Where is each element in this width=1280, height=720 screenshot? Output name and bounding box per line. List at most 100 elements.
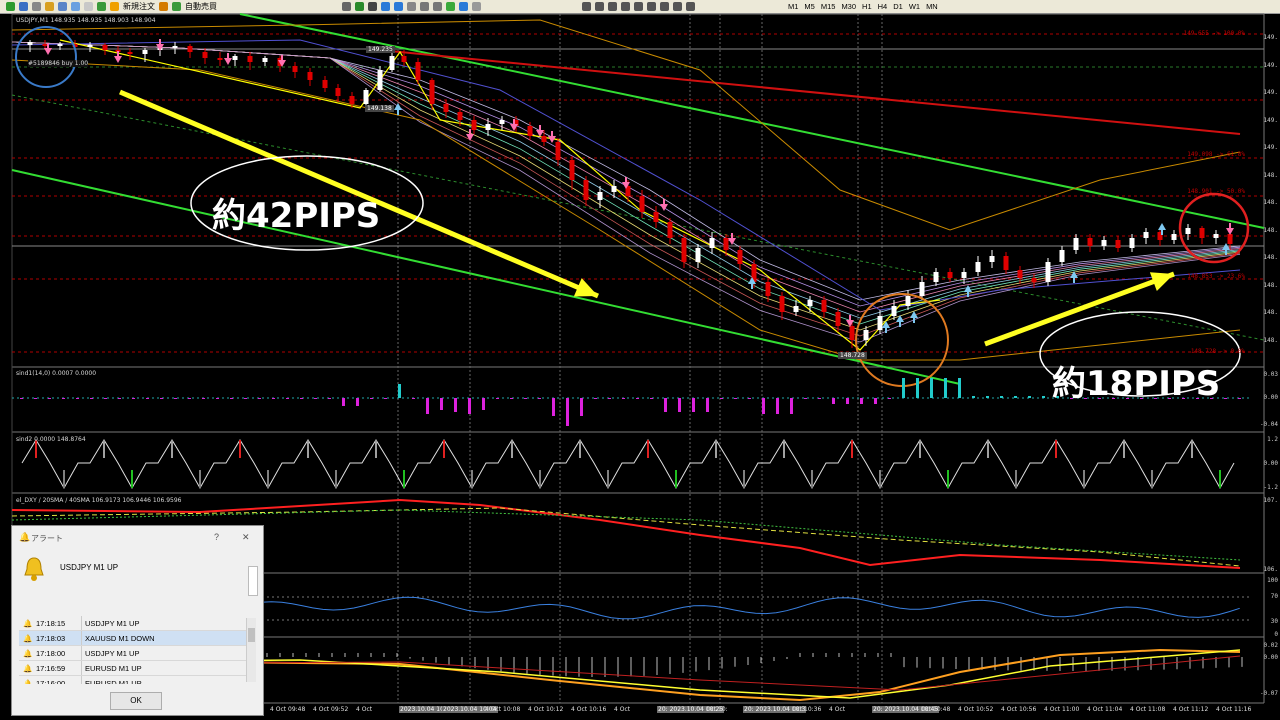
candle-body — [905, 296, 911, 306]
sind1-bar — [1028, 396, 1031, 398]
alert-title: アラート — [31, 534, 63, 543]
candle-body — [1045, 262, 1051, 282]
trade-label: #5189846 buy 1.00 — [28, 60, 89, 67]
sind1-bar — [132, 398, 135, 399]
sind1-bar — [762, 398, 765, 414]
buy-arrow-icon — [1158, 223, 1166, 230]
highlight-circle-blue — [15, 26, 77, 88]
sind1-bar — [916, 378, 919, 398]
sind1-bar — [566, 398, 569, 426]
alert-row[interactable]: 🔔 17:18:03 XAUUSD M1 DOWN — [19, 631, 255, 646]
candle-body — [989, 256, 995, 262]
time-axis-label: 4 Oct 11:04 — [1087, 706, 1123, 713]
alert-row[interactable]: 🔔 17:16:59 EURUSD M1 UP — [19, 661, 255, 676]
alert-row[interactable]: 🔔 17:16:00 EURUSD M1 UP — [19, 676, 255, 684]
sind1-bar — [1000, 396, 1003, 398]
sell-arrow-icon — [1226, 228, 1234, 235]
candle-body — [555, 142, 561, 160]
alert-row[interactable]: 🔔 17:18:00 USDJPY M1 UP — [19, 646, 255, 661]
sind1-bar — [454, 398, 457, 412]
sind1-bar — [622, 398, 625, 399]
price-scale-label: 148. — [1263, 281, 1278, 289]
price-scale-label: 149. — [1263, 144, 1278, 151]
candle-body — [187, 46, 193, 52]
candle-body — [877, 316, 883, 330]
alert-row-time: 17:18:03 — [36, 634, 66, 643]
sind1-bar — [804, 398, 807, 399]
price-scale-label: 148. — [1263, 199, 1278, 206]
sind1-bar — [720, 398, 723, 399]
candle-body — [457, 112, 463, 120]
alert-message-scrollbar[interactable] — [248, 566, 258, 596]
sind1-bar — [1014, 396, 1017, 398]
candle-body — [1031, 278, 1037, 282]
ma-ribbon-line — [11, 41, 1241, 307]
sind1-bar — [398, 384, 401, 398]
price-tag-mid: 149.138 — [365, 105, 394, 112]
candle-body — [292, 66, 298, 72]
candle-body — [709, 238, 715, 248]
sind1-bar — [412, 398, 415, 399]
candle-body — [471, 120, 477, 130]
sind1-bar — [706, 398, 709, 412]
sind1-bar — [20, 398, 23, 399]
sind2-scale-bot: -1.2 — [1263, 484, 1278, 491]
sind1-bar — [76, 398, 79, 399]
candle-body — [793, 306, 799, 312]
sind1-bar — [594, 398, 597, 399]
alert-row-time: 17:18:00 — [36, 649, 66, 658]
candle-body — [527, 126, 533, 136]
candle-body — [1227, 234, 1233, 244]
chart-symbol-header: USDJPY,M1 148.935 148.935 148.903 148.90… — [16, 17, 156, 24]
alert-list-scrollbar[interactable] — [246, 618, 256, 682]
candle-body — [142, 50, 148, 54]
alert-row-text: EURUSD M1 UP — [85, 664, 142, 673]
close-button[interactable]: ✕ — [242, 532, 250, 543]
sind1-bar — [370, 398, 373, 399]
candle-body — [1101, 240, 1107, 246]
time-axis-label: 4 Oct 10:08 — [485, 706, 521, 713]
scrollbar-thumb[interactable] — [248, 628, 255, 642]
alert-titlebar[interactable]: 🔔 アラート ? ✕ — [12, 526, 263, 548]
sind2-label: sind2 0.0000 148.8764 — [16, 436, 86, 443]
alert-history-list[interactable]: 🔔 17:18:15 USDJPY M1 UP 🔔 17:18:03 XAUUSD M1 … — [12, 616, 263, 684]
sind1-bar — [552, 398, 555, 416]
alert-row-text: USDJPY M1 UP — [85, 619, 140, 628]
sind1-bar — [986, 396, 989, 398]
fib-label-50: 148.901 -> 50.0% — [1187, 188, 1245, 195]
sind1-bar — [356, 398, 359, 406]
candle-body — [961, 272, 967, 278]
sind2-scale-top: 1.2 — [1267, 436, 1278, 443]
candle-body — [349, 96, 355, 104]
candle-body — [541, 136, 547, 142]
sind1-bar — [860, 398, 863, 404]
candle-body — [499, 120, 505, 124]
macd-scale-bot: -0.07 — [1259, 690, 1278, 697]
time-axis-label: 4 Oct 10:56 — [1001, 706, 1037, 713]
channel-mid — [11, 94, 1265, 341]
candle-body — [807, 300, 813, 306]
fib-label-100: 149.655 -> 100.0% — [1183, 30, 1245, 37]
ok-button[interactable]: OK — [110, 692, 162, 710]
sind1-bar — [650, 398, 653, 399]
candle-body — [202, 52, 208, 58]
sind1-bar — [944, 378, 947, 398]
time-axis-label: 4 Oct — [829, 706, 846, 713]
trend-red — [379, 49, 1241, 135]
candle-body — [27, 42, 33, 45]
sind1-bar — [832, 398, 835, 404]
column-divider — [81, 616, 82, 630]
alert-dialog: 🔔 アラート ? ✕ USDJPY M1 UP 🔔 17:18:15 USDJPY … — [11, 525, 264, 716]
candle-body — [429, 80, 435, 104]
alert-row[interactable]: 🔔 17:18:15 USDJPY M1 UP — [19, 616, 255, 631]
candle-body — [765, 282, 771, 296]
help-button[interactable]: ? — [214, 532, 219, 542]
candle-body — [1003, 256, 1009, 270]
candle-body — [1073, 238, 1079, 250]
candle-body — [667, 222, 673, 238]
candle-body — [172, 46, 178, 48]
time-axis-label: 4 Oct 10: — [700, 706, 728, 713]
price-scale-label: 148. — [1263, 254, 1278, 261]
candle-body — [415, 62, 421, 80]
ma-ribbon-line — [11, 41, 1241, 301]
